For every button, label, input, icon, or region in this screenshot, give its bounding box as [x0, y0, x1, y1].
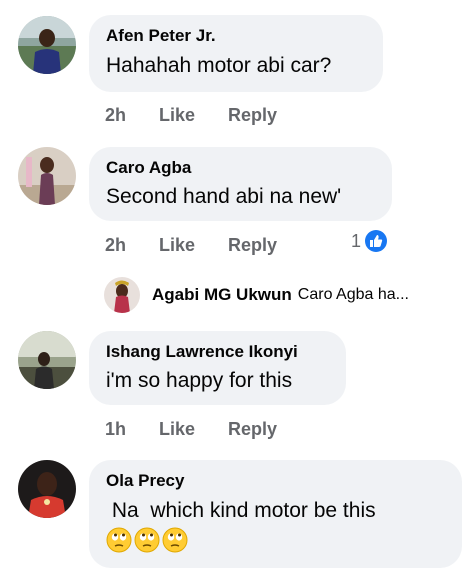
emoji-row [106, 527, 445, 553]
thumbs-up-icon [365, 230, 388, 252]
rolling-eyes-emoji [106, 527, 132, 553]
comment-author[interactable]: Ishang Lawrence Ikonyi [106, 341, 329, 363]
comment-text: Hahahah motor abi car? [106, 54, 332, 77]
rolling-eyes-emoji [162, 527, 188, 553]
comment-bubble[interactable]: Caro Agba Second hand abi na new' [89, 147, 392, 221]
comment-author[interactable]: Afen Peter Jr. [106, 25, 366, 47]
reply-button[interactable]: Reply [228, 419, 277, 440]
avatar[interactable] [18, 147, 76, 205]
reaction-count: 1 [351, 230, 362, 251]
like-button[interactable]: Like [159, 235, 195, 256]
rolling-eyes-emoji [134, 527, 160, 553]
avatar[interactable] [18, 16, 76, 74]
reply-author[interactable]: Agabi MG Ukwun [152, 285, 292, 305]
comment-time[interactable]: 2h [105, 105, 126, 126]
comment-text: i'm so happy for this [106, 369, 293, 392]
comment-time[interactable]: 1h [105, 419, 126, 440]
like-button[interactable]: Like [159, 419, 195, 440]
avatar[interactable] [104, 277, 140, 313]
avatar[interactable] [18, 460, 76, 518]
reply-preview[interactable]: Agabi MG Ukwun Caro Agba ha... [104, 277, 409, 313]
comment-bubble[interactable]: Ishang Lawrence Ikonyi i'm so happy for … [89, 331, 346, 405]
comment-bubble[interactable]: Ola Precy Na which kind motor be this [89, 460, 462, 568]
comment-text: Na which kind motor be this [106, 499, 376, 522]
reply-button[interactable]: Reply [228, 105, 277, 126]
like-button[interactable]: Like [159, 105, 195, 126]
comment-author[interactable]: Caro Agba [106, 157, 375, 179]
comment-text: Second hand abi na new' [106, 185, 342, 208]
reply-preview-text: Caro Agba ha... [297, 286, 409, 303]
comment-author[interactable]: Ola Precy [106, 470, 445, 492]
reply-button[interactable]: Reply [228, 235, 277, 256]
comment-bubble[interactable]: Afen Peter Jr. Hahahah motor abi car? [89, 15, 383, 92]
reaction-summary[interactable]: 1 [351, 230, 388, 252]
comment-time[interactable]: 2h [105, 235, 126, 256]
avatar[interactable] [18, 331, 76, 389]
